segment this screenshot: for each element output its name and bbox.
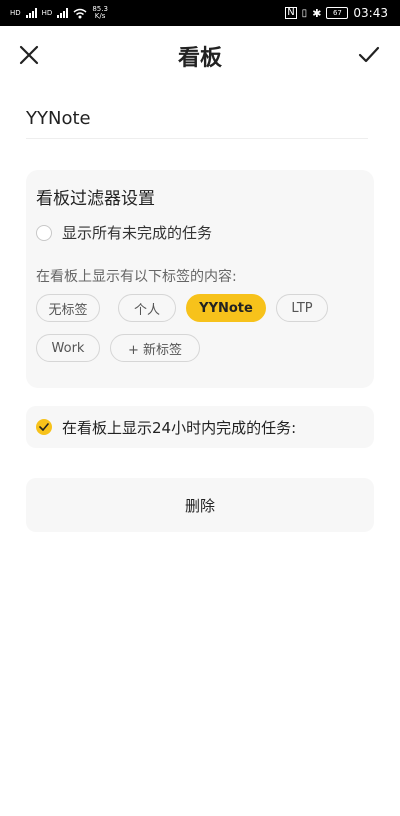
sim1-indicator: HD xyxy=(10,8,21,17)
show-all-radio[interactable] xyxy=(36,224,52,241)
app-header: 看板 xyxy=(0,26,400,84)
tags-filter-label: 在看板上显示有以下标签的内容: xyxy=(36,269,237,285)
chip-ltp[interactable]: LTP xyxy=(276,294,328,322)
battery-icon: 67 xyxy=(326,7,349,19)
show-24h-checkbox[interactable] xyxy=(36,419,52,435)
wifi-icon xyxy=(73,8,87,18)
bluetooth-icon: ✱ xyxy=(312,6,322,20)
net-speed: 85.3 K/s xyxy=(92,5,108,20)
clock: 03:43 xyxy=(353,6,388,20)
chip-personal[interactable]: 个人 xyxy=(118,294,176,322)
show-24h-option[interactable]: 在看板上显示24小时内完成的任务: xyxy=(26,406,374,448)
nfc-icon: N xyxy=(285,7,297,19)
filter-settings-card: 看板过滤器设置 显示所有未完成的任务 在看板上显示有以下标签的内容: 无标签 个… xyxy=(26,170,374,388)
board-name-input[interactable] xyxy=(26,98,368,139)
check-icon xyxy=(39,423,49,431)
status-bar: HD HD 85.3 K/s N ▯ ✱ 67 03:43 xyxy=(0,0,400,26)
signal-1-icon xyxy=(25,8,37,18)
sim2-indicator: HD xyxy=(41,8,53,17)
confirm-button[interactable] xyxy=(352,38,386,72)
chip-yynote[interactable]: YYNote xyxy=(186,294,266,322)
chip-no-tag[interactable]: 无标签 xyxy=(36,294,100,322)
chip-work[interactable]: Work xyxy=(36,334,100,362)
new-tag-button[interactable]: + 新标签 xyxy=(110,334,200,362)
vibrate-icon: ▯ xyxy=(301,7,308,19)
filter-settings-title: 看板过滤器设置 xyxy=(36,189,155,209)
page-title: 看板 xyxy=(177,46,222,71)
show-24h-label: 在看板上显示24小时内完成的任务: xyxy=(62,418,297,437)
delete-button[interactable]: 删除 xyxy=(26,478,374,532)
show-all-option[interactable]: 显示所有未完成的任务 xyxy=(36,222,212,243)
signal-2-icon xyxy=(57,8,69,18)
show-all-label: 显示所有未完成的任务 xyxy=(62,224,213,242)
checkmark-icon xyxy=(358,46,380,63)
